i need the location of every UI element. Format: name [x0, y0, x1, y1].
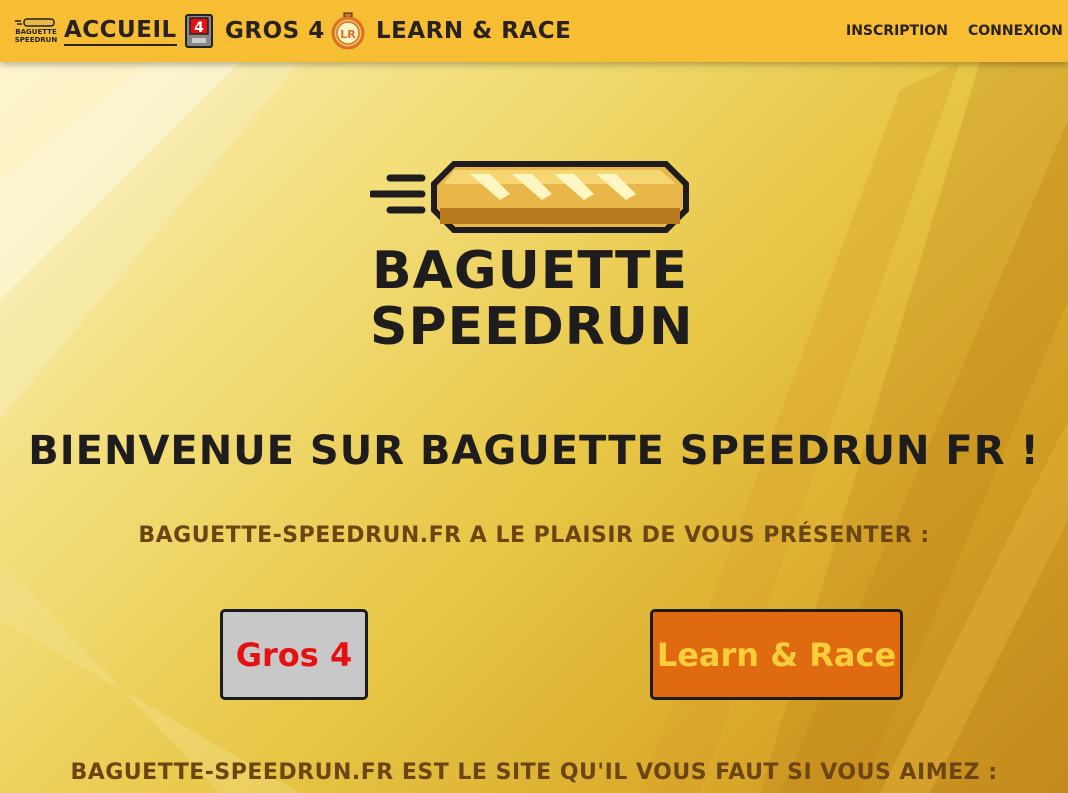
logo-title-line1: BAGUETTE — [372, 241, 688, 301]
nav-learn-race[interactable]: LR LEARN & RACE — [330, 0, 571, 62]
nav-gros4[interactable]: 4 GROS 4 — [184, 0, 325, 62]
welcome-heading: BIENVENUE SUR BAGUETTE SPEEDRUN FR ! — [28, 428, 1040, 474]
tagline-text: BAGUETTE-SPEEDRUN.FR EST LE SITE QU'IL V… — [70, 760, 998, 785]
nav-gros4-label[interactable]: GROS 4 — [225, 18, 325, 44]
top-navbar: BAGUETTE SPEEDRUN ACCUEIL 4 GROS 4 LR LE… — [0, 0, 1068, 62]
nav-home-label[interactable]: ACCUEIL — [64, 17, 177, 46]
nav-learn-race-label[interactable]: LEARN & RACE — [376, 18, 571, 44]
nav-inscription[interactable]: INSCRIPTION — [846, 0, 948, 62]
stopwatch-icon: LR — [331, 12, 365, 50]
svg-text:4: 4 — [194, 20, 204, 36]
learn-race-button[interactable]: Learn & Race — [650, 609, 903, 700]
nav-home[interactable]: BAGUETTE SPEEDRUN ACCUEIL — [14, 0, 177, 62]
nav-connexion[interactable]: CONNEXION — [968, 0, 1063, 62]
gros4-icon: 4 — [185, 14, 213, 48]
background-rays — [0, 62, 1068, 793]
baguette-logo-icon: BAGUETTE SPEEDRUN — [15, 18, 58, 44]
svg-text:LR: LR — [340, 28, 356, 41]
logo-small-line1: BAGUETTE — [15, 28, 57, 36]
logo-title-line2: SPEEDRUN — [370, 297, 694, 357]
baguette-logo — [370, 161, 689, 233]
intro-text: BAGUETTE-SPEEDRUN.FR A LE PLAISIR DE VOU… — [138, 523, 930, 548]
logo-small-line2: SPEEDRUN — [15, 36, 58, 44]
background — [0, 0, 1068, 793]
gros4-button[interactable]: Gros 4 — [220, 609, 368, 700]
